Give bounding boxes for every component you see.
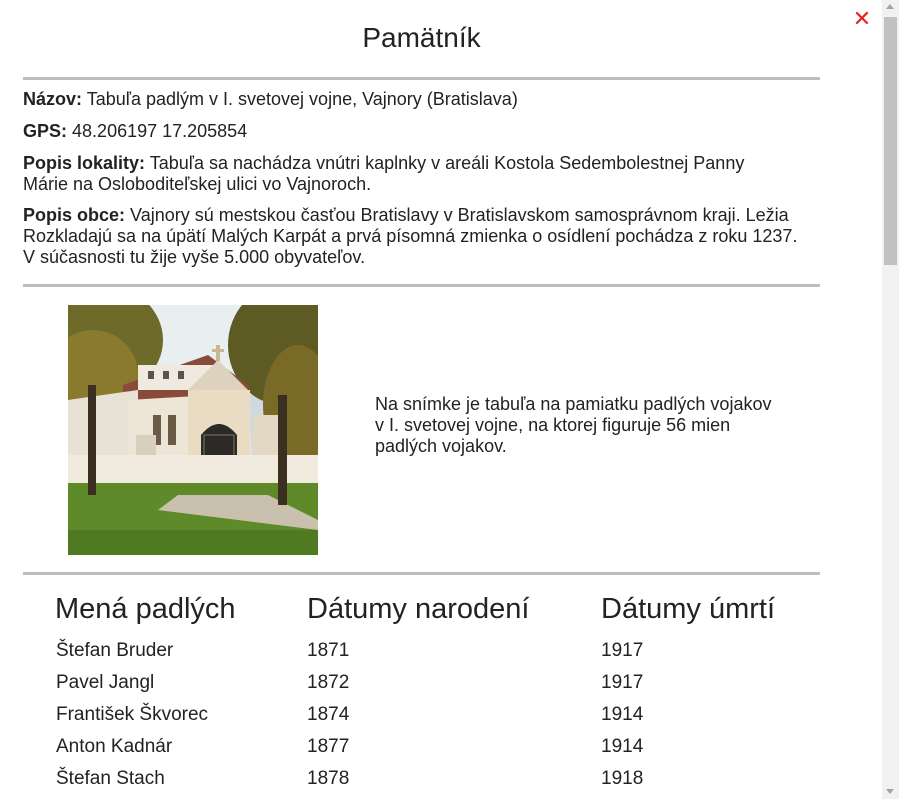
close-icon[interactable]: ✕ <box>851 8 873 30</box>
vertical-scrollbar[interactable] <box>882 0 899 799</box>
photo-caption: Na snímke je tabuľa na pamiatku padlých … <box>375 394 772 456</box>
soldier-birth-year: 1878 <box>307 768 350 789</box>
soldier-death-year: 1918 <box>601 768 644 789</box>
village-label: Popis obce: <box>23 205 126 225</box>
locality-label: Popis lokality: <box>23 153 146 173</box>
divider-bottom <box>23 572 820 575</box>
soldier-name: Anton Kadnár <box>56 736 173 757</box>
gps-coordinates: GPS: 48.206197 17.205854 <box>23 121 813 142</box>
column-header-death-dates: Dátumy úmrtí <box>601 593 776 625</box>
soldier-birth-year: 1874 <box>307 704 350 725</box>
gps-value: 48.206197 17.205854 <box>72 121 248 141</box>
soldier-name: František Škvorec <box>56 704 209 725</box>
memorial-photo <box>68 305 318 555</box>
soldier-birth-year: 1871 <box>307 640 350 661</box>
gps-label: GPS: <box>23 121 68 141</box>
soldier-name: Pavel Jangl <box>56 672 155 693</box>
scroll-down-arrow-icon[interactable] <box>886 789 894 794</box>
scroll-up-arrow-icon[interactable] <box>886 4 894 9</box>
name-value: Tabuľa padlým v I. svetovej vojne, Vajno… <box>86 89 518 109</box>
soldier-death-year: 1917 <box>601 672 644 693</box>
soldier-death-year: 1914 <box>601 736 644 757</box>
divider-middle <box>23 284 820 287</box>
soldier-death-year: 1914 <box>601 704 644 725</box>
page-title: Pamätník <box>362 22 481 53</box>
soldier-birth-year: 1872 <box>307 672 350 693</box>
soldier-birth-year: 1877 <box>307 736 350 757</box>
column-header-names: Mená padlých <box>55 593 236 625</box>
column-header-birth-dates: Dátumy narodení <box>307 593 530 625</box>
locality-description: Popis lokality: Tabuľa sa nachádza vnútr… <box>23 153 783 195</box>
divider-top <box>23 77 820 80</box>
soldier-name: Štefan Stach <box>56 768 165 789</box>
memorial-name: Názov: Tabuľa padlým v I. svetovej vojne… <box>23 89 813 110</box>
memorial-dialog: ✕ Pamätník Názov: Tabuľa padlým v I. sve… <box>0 0 899 799</box>
soldier-death-year: 1917 <box>601 640 644 661</box>
village-description: Popis obce: Vajnory sú mestskou časťou B… <box>23 205 798 268</box>
village-value: Vajnory sú mestskou časťou Bratislavy v … <box>23 205 798 267</box>
soldier-name: Štefan Bruder <box>56 640 174 661</box>
name-label: Názov: <box>23 89 83 109</box>
scrollbar-thumb[interactable] <box>884 17 897 265</box>
